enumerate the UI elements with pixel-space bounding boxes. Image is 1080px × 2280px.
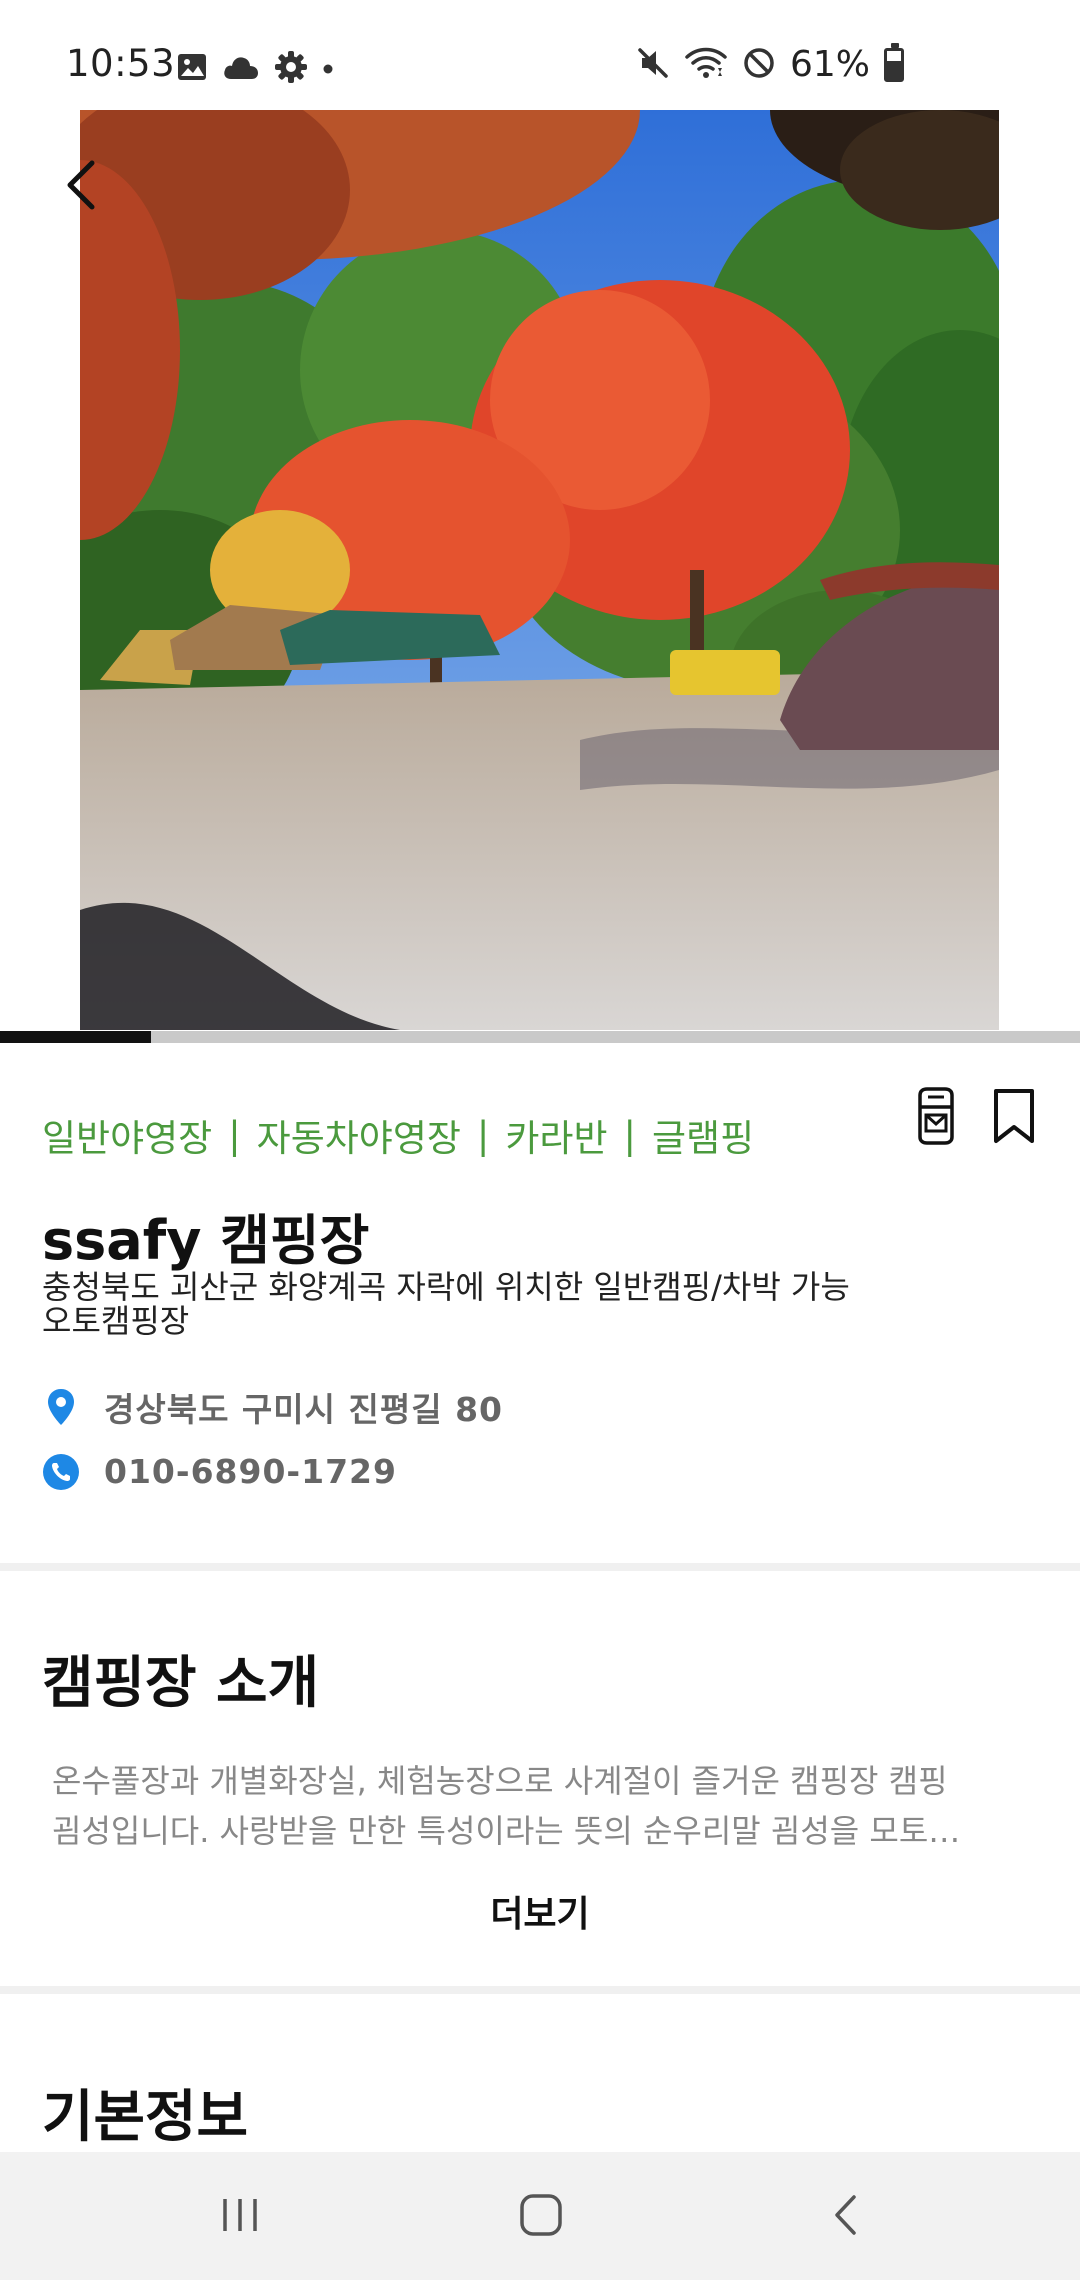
home-button[interactable] [496,2180,586,2250]
settings-icon [274,50,308,88]
battery-fill [887,61,901,79]
status-right-icons: 61% [636,42,904,85]
status-bar: 10:53 61% [0,0,1080,110]
reservation-board-button[interactable] [906,1084,966,1148]
bookmark-icon [994,1089,1034,1143]
basic-info-title: 기본정보 [42,2085,249,2150]
tag-separator: | [476,1113,490,1157]
cloud-icon [222,53,260,85]
intro-text: 온수풀장과 개별화장실, 체험농장으로 사계절이 즐거운 캠핑장 캠핑 굄성입니… [52,1756,1032,1856]
tag-item: 글램핑 [651,1117,755,1160]
tag-separator: | [228,1113,241,1157]
do-not-disturb-icon [742,46,776,84]
gallery-icon [176,51,208,87]
status-time: 10:53 [66,42,176,85]
tag-item: 카라반 [505,1117,608,1160]
mute-icon [636,46,670,84]
screen: 10:53 61% 일반야영장 | 자동차야영장 | 카라반 | 글램핑 ssa… [0,0,1080,2280]
recent-apps-icon [223,2199,257,2231]
camp-description: 충청북도 괴산군 화양계곡 자락에 위치한 일반캠핑/차박 가능 오토캠핑장 [42,1270,942,1338]
intro-text-line2: 굄성입니다. 사랑받을 만한 특성이라는 뜻의 순우리말 굄성을 모토… [52,1812,961,1850]
bookmark-button[interactable] [984,1084,1044,1148]
address-row[interactable]: 경상북도 구미시 진평길 80 [42,1383,503,1431]
back-nav-button[interactable] [800,2180,890,2250]
back-button[interactable] [50,150,110,220]
phone-icon [42,1453,80,1491]
intro-title: 캠핑장 소개 [42,1651,320,1716]
campsite-photo[interactable] [80,110,999,1030]
tag-separator: | [623,1113,636,1157]
status-left-icons [176,50,334,88]
intro-text-line1: 온수풀장과 개별화장실, 체험농장으로 사계절이 즐거운 캠핑장 캠핑 [52,1762,948,1800]
tag-item: 일반야영장 [42,1117,213,1160]
camp-name: ssafy 캠핑장 [42,1209,370,1272]
home-icon [520,2194,562,2236]
dot-icon [322,60,334,79]
battery-icon [884,42,904,82]
system-nav-bar [0,2152,1080,2280]
recent-apps-button[interactable] [195,2180,285,2250]
tag-item: 자동차야영장 [256,1117,461,1160]
address-text: 경상북도 구미시 진평길 80 [104,1390,503,1429]
gallery-progress-fill [0,1031,152,1043]
more-button[interactable]: 더보기 [0,1885,1080,1937]
camp-description-line2: 오토캠핑장 [42,1302,190,1340]
back-nav-icon [835,2195,856,2235]
board-icon [918,1087,954,1145]
battery-percent: 61% [789,44,870,85]
section-divider [0,1986,1080,1994]
phone-row[interactable]: 010-6890-1729 [42,1452,397,1491]
location-pin-icon [42,1388,80,1426]
wifi-icon [684,46,728,84]
gallery-progress-track [0,1031,1080,1043]
section-divider [0,1563,1080,1571]
camp-type-tags: 일반야영장 | 자동차야영장 | 카라반 | 글램핑 [42,1108,754,1162]
camp-description-line1: 충청북도 괴산군 화양계곡 자락에 위치한 일반캠핑/차박 가능 [42,1268,850,1306]
phone-text: 010-6890-1729 [104,1452,397,1491]
